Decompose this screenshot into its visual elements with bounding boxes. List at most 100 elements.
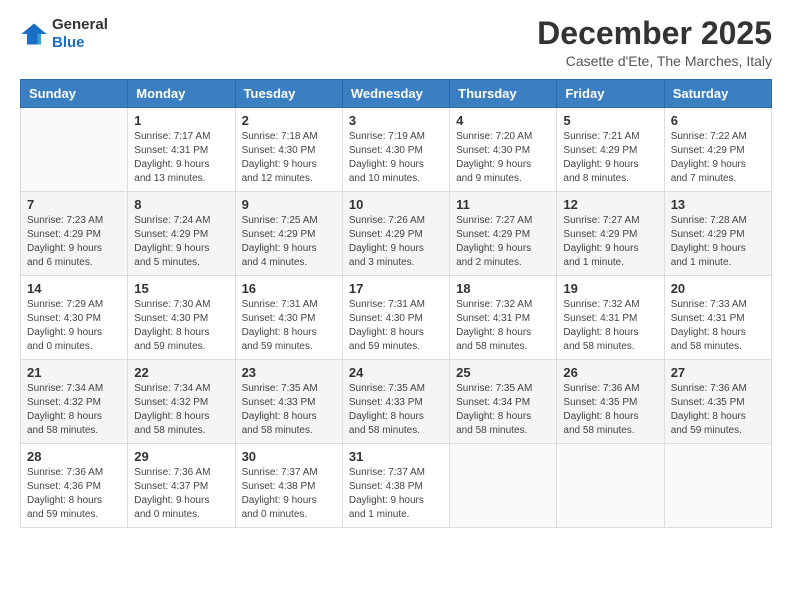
day-number: 16 — [242, 281, 336, 296]
day-detail: Sunrise: 7:32 AMSunset: 4:31 PMDaylight:… — [563, 298, 657, 354]
day-detail: Sunrise: 7:37 AMSunset: 4:38 PMDaylight:… — [242, 466, 336, 522]
day-detail: Sunrise: 7:30 AMSunset: 4:30 PMDaylight:… — [134, 298, 228, 354]
day-detail: Sunrise: 7:18 AMSunset: 4:30 PMDaylight:… — [242, 130, 336, 186]
day-detail: Sunrise: 7:19 AMSunset: 4:30 PMDaylight:… — [349, 130, 443, 186]
table-row: 31 Sunrise: 7:37 AMSunset: 4:38 PMDayligh… — [342, 444, 449, 528]
calendar-week-4: 21 Sunrise: 7:34 AMSunset: 4:32 PMDayligh… — [21, 360, 772, 444]
day-number: 25 — [456, 365, 550, 380]
table-row: 22Sunrise: 7:34 AMSunset: 4:32 PMDayligh… — [128, 360, 235, 444]
day-detail: Sunrise: 7:23 AMSunset: 4:29 PMDaylight:… — [27, 214, 121, 270]
day-number: 7 — [27, 197, 121, 212]
calendar-table: Sunday Monday Tuesday Wednesday Thursday… — [20, 79, 772, 528]
day-number: 9 — [242, 197, 336, 212]
calendar-week-1: 1Sunrise: 7:17 AMSunset: 4:31 PMDaylight… — [21, 108, 772, 192]
table-row: 23Sunrise: 7:35 AMSunset: 4:33 PMDayligh… — [235, 360, 342, 444]
day-detail: Sunrise: 7:36 AMSunset: 4:35 PMDaylight:… — [671, 382, 765, 438]
subtitle: Casette d'Ete, The Marches, Italy — [537, 53, 772, 69]
header-saturday: Saturday — [664, 80, 771, 108]
day-number: 15 — [134, 281, 228, 296]
day-detail: Sunrise: 7:36 AMSunset: 4:36 PMDaylight:… — [27, 466, 121, 522]
day-number: 1 — [134, 113, 228, 128]
table-row: 13 Sunrise: 7:28 AMSunset: 4:29 PMDayligh… — [664, 192, 771, 276]
table-row: 8 Sunrise: 7:24 AMSunset: 4:29 PMDaylight… — [128, 192, 235, 276]
day-detail: Sunrise: 7:31 AMSunset: 4:30 PMDaylight:… — [349, 298, 443, 354]
day-detail: Sunrise: 7:21 AMSunset: 4:29 PMDaylight:… — [563, 130, 657, 186]
logo-text: General Blue — [52, 16, 108, 52]
day-detail: Sunrise: 7:26 AMSunset: 4:29 PMDaylight:… — [349, 214, 443, 270]
day-number: 2 — [242, 113, 336, 128]
header-friday: Friday — [557, 80, 664, 108]
header-sunday: Sunday — [21, 80, 128, 108]
table-row: 19 Sunrise: 7:32 AMSunset: 4:31 PMDayligh… — [557, 276, 664, 360]
table-row: 20 Sunrise: 7:33 AMSunset: 4:31 PMDayligh… — [664, 276, 771, 360]
table-row: 6 Sunrise: 7:22 AMSunset: 4:29 PMDaylight… — [664, 108, 771, 192]
day-number: 30 — [242, 449, 336, 464]
day-detail: Sunrise: 7:20 AMSunset: 4:30 PMDaylight:… — [456, 130, 550, 186]
day-detail: Sunrise: 7:34 AMSunset: 4:32 PMDaylight:… — [27, 382, 121, 438]
table-row: 2 Sunrise: 7:18 AMSunset: 4:30 PMDaylight… — [235, 108, 342, 192]
day-detail: Sunrise: 7:29 AMSunset: 4:30 PMDaylight:… — [27, 298, 121, 354]
table-row: 27 Sunrise: 7:36 AMSunset: 4:35 PMDayligh… — [664, 360, 771, 444]
day-detail: Sunrise: 7:32 AMSunset: 4:31 PMDaylight:… — [456, 298, 550, 354]
day-number: 21 — [27, 365, 121, 380]
table-row: 9 Sunrise: 7:25 AMSunset: 4:29 PMDaylight… — [235, 192, 342, 276]
day-detail: Sunrise: 7:35 AMSunset: 4:34 PMDaylight:… — [456, 382, 550, 438]
day-number: 6 — [671, 113, 765, 128]
table-row — [557, 444, 664, 528]
day-number: 5 — [563, 113, 657, 128]
day-detail: Sunrise: 7:24 AMSunset: 4:29 PMDaylight:… — [134, 214, 228, 270]
table-row: 21 Sunrise: 7:34 AMSunset: 4:32 PMDayligh… — [21, 360, 128, 444]
day-number: 17 — [349, 281, 443, 296]
day-number: 26 — [563, 365, 657, 380]
table-row: 12 Sunrise: 7:27 AMSunset: 4:29 PMDayligh… — [557, 192, 664, 276]
table-row: 5 Sunrise: 7:21 AMSunset: 4:29 PMDaylight… — [557, 108, 664, 192]
day-number: 24 — [349, 365, 443, 380]
day-detail: Sunrise: 7:37 AMSunset: 4:38 PMDaylight:… — [349, 466, 443, 522]
table-row: 1Sunrise: 7:17 AMSunset: 4:31 PMDaylight… — [128, 108, 235, 192]
day-number: 31 — [349, 449, 443, 464]
day-detail: Sunrise: 7:28 AMSunset: 4:29 PMDaylight:… — [671, 214, 765, 270]
day-number: 19 — [563, 281, 657, 296]
day-number: 23 — [242, 365, 336, 380]
day-number: 4 — [456, 113, 550, 128]
header-wednesday: Wednesday — [342, 80, 449, 108]
day-detail: Sunrise: 7:25 AMSunset: 4:29 PMDaylight:… — [242, 214, 336, 270]
table-row: 29Sunrise: 7:36 AMSunset: 4:37 PMDayligh… — [128, 444, 235, 528]
table-row: 24 Sunrise: 7:35 AMSunset: 4:33 PMDayligh… — [342, 360, 449, 444]
table-row — [21, 108, 128, 192]
day-detail: Sunrise: 7:27 AMSunset: 4:29 PMDaylight:… — [563, 214, 657, 270]
day-number: 20 — [671, 281, 765, 296]
table-row: 16 Sunrise: 7:31 AMSunset: 4:30 PMDayligh… — [235, 276, 342, 360]
table-row: 18 Sunrise: 7:32 AMSunset: 4:31 PMDayligh… — [450, 276, 557, 360]
calendar-header-row: Sunday Monday Tuesday Wednesday Thursday… — [21, 80, 772, 108]
page-header: General Blue December 2025 Casette d'Ete… — [20, 16, 772, 69]
calendar-week-2: 7 Sunrise: 7:23 AMSunset: 4:29 PMDaylight… — [21, 192, 772, 276]
day-detail: Sunrise: 7:31 AMSunset: 4:30 PMDaylight:… — [242, 298, 336, 354]
table-row: 30 Sunrise: 7:37 AMSunset: 4:38 PMDayligh… — [235, 444, 342, 528]
day-number: 18 — [456, 281, 550, 296]
day-number: 12 — [563, 197, 657, 212]
day-number: 14 — [27, 281, 121, 296]
day-detail: Sunrise: 7:35 AMSunset: 4:33 PMDaylight:… — [349, 382, 443, 438]
table-row — [450, 444, 557, 528]
table-row: 10Sunrise: 7:26 AMSunset: 4:29 PMDayligh… — [342, 192, 449, 276]
day-number: 8 — [134, 197, 228, 212]
day-detail: Sunrise: 7:36 AMSunset: 4:35 PMDaylight:… — [563, 382, 657, 438]
calendar-week-5: 28Sunrise: 7:36 AMSunset: 4:36 PMDayligh… — [21, 444, 772, 528]
logo-blue: Blue — [52, 34, 85, 51]
table-row: 25 Sunrise: 7:35 AMSunset: 4:34 PMDayligh… — [450, 360, 557, 444]
day-detail: Sunrise: 7:33 AMSunset: 4:31 PMDaylight:… — [671, 298, 765, 354]
day-number: 29 — [134, 449, 228, 464]
table-row: 28Sunrise: 7:36 AMSunset: 4:36 PMDayligh… — [21, 444, 128, 528]
day-detail: Sunrise: 7:22 AMSunset: 4:29 PMDaylight:… — [671, 130, 765, 186]
table-row: 4 Sunrise: 7:20 AMSunset: 4:30 PMDaylight… — [450, 108, 557, 192]
table-row: 15 Sunrise: 7:30 AMSunset: 4:30 PMDayligh… — [128, 276, 235, 360]
day-number: 13 — [671, 197, 765, 212]
day-number: 27 — [671, 365, 765, 380]
table-row: 3Sunrise: 7:19 AMSunset: 4:30 PMDaylight… — [342, 108, 449, 192]
header-monday: Monday — [128, 80, 235, 108]
main-title: December 2025 — [537, 16, 772, 51]
table-row: 14 Sunrise: 7:29 AMSunset: 4:30 PMDayligh… — [21, 276, 128, 360]
table-row: 17 Sunrise: 7:31 AMSunset: 4:30 PMDayligh… — [342, 276, 449, 360]
table-row — [664, 444, 771, 528]
